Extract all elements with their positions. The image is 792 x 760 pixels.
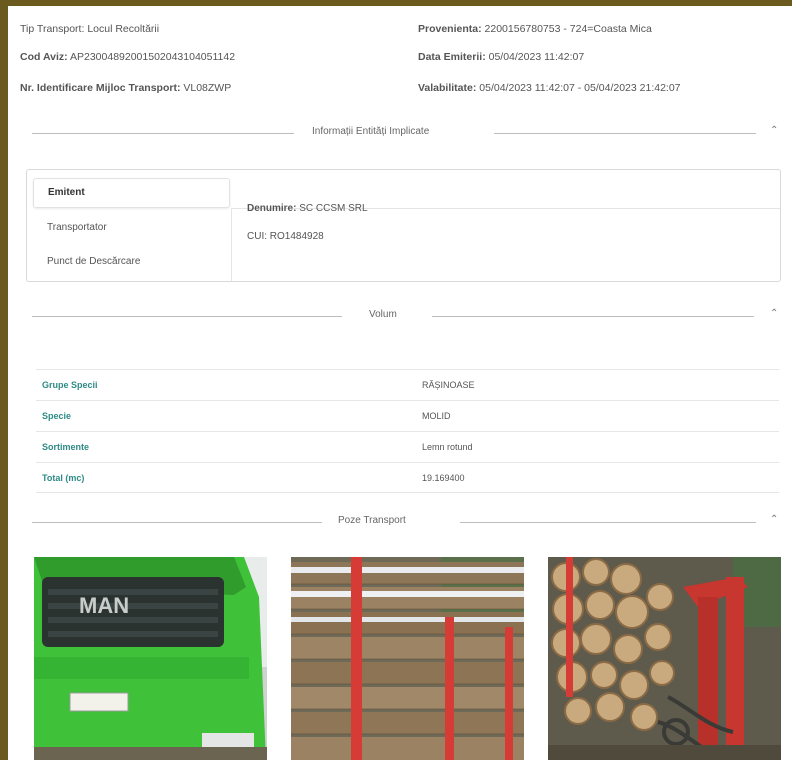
log-crane-image: [548, 557, 781, 760]
provenienta-label: Provenienta:: [418, 23, 482, 35]
divider-line: [432, 316, 754, 317]
table-row: Grupe Specii RĂȘINOASE: [36, 369, 779, 400]
tab-emitent[interactable]: Emitent: [33, 178, 230, 208]
chevron-up-icon[interactable]: ⌃: [770, 308, 778, 319]
divider-line: [494, 133, 756, 134]
data-emitere-value: 05/04/2023 11:42:07: [488, 51, 585, 63]
tip-transport-label: Tip Transport:: [20, 23, 85, 35]
poze-section-title: Poze Transport: [338, 515, 406, 526]
nr-identificare-row: Nr. Identificare Mijloc Transport: VL08Z…: [20, 82, 231, 94]
log-load-image: [291, 557, 524, 760]
chevron-up-icon[interactable]: ⌃: [770, 125, 778, 136]
divider-line: [460, 522, 756, 523]
total-mc-value: 19.169400: [422, 472, 465, 483]
valabilitate-label: Valabilitate:: [418, 82, 477, 94]
volum-section-title: Volum: [369, 309, 397, 320]
data-emitere-label: Data Emiterii:: [418, 51, 486, 63]
sortimente-value: Lemn rotund: [422, 442, 473, 452]
provenienta-row: Provenienta: 2200156780753 - 724=Coasta …: [418, 23, 652, 35]
volum-section-header[interactable]: Volum ⌃: [32, 308, 782, 323]
table-row: Sortimente Lemn rotund: [36, 431, 779, 462]
cui-label: CUI:: [247, 231, 267, 242]
tab-punct-descarcare[interactable]: Punct de Descărcare: [47, 256, 140, 267]
tab-transportator[interactable]: Transportator: [47, 222, 107, 233]
table-row: Specie MOLID: [36, 400, 779, 431]
cod-aviz-label: Cod Aviz:: [20, 51, 68, 63]
tip-transport-value: Locul Recoltării: [87, 23, 160, 35]
log-crane-photo[interactable]: [548, 557, 781, 760]
truck-front-photo[interactable]: MAN: [34, 557, 267, 760]
specie-value: MOLID: [422, 411, 451, 421]
transport-details-page: Tip Transport: Locul Recoltării Cod Aviz…: [8, 6, 792, 760]
entitati-section-header[interactable]: Informații Entități Implicate ⌃: [32, 125, 782, 140]
valabilitate-row: Valabilitate: 05/04/2023 11:42:07 - 05/0…: [418, 82, 681, 94]
nr-identificare-value: VL08ZWP: [183, 82, 232, 94]
divider-line: [32, 522, 322, 523]
provenienta-value: 2200156780753 - 724=Coasta Mica: [484, 23, 652, 35]
specie-label: Specie: [42, 411, 72, 421]
denumire-value: SC CCSM SRL: [299, 203, 368, 214]
grupe-specii-label: Grupe Specii: [42, 380, 98, 390]
denumire-row: Denumire: SC CCSM SRL: [247, 203, 368, 214]
entities-panel: Emitent Transportator Punct de Descărcar…: [26, 169, 781, 282]
poze-section-header[interactable]: Poze Transport ⌃: [32, 514, 782, 529]
truck-front-image: MAN: [34, 557, 267, 760]
grupe-specii-value: RĂȘINOASE: [422, 380, 475, 390]
divider-line: [32, 133, 294, 134]
divider-line: [32, 316, 342, 317]
tip-transport-row: Tip Transport: Locul Recoltării: [20, 23, 159, 35]
chevron-up-icon[interactable]: ⌃: [770, 514, 778, 525]
entity-detail-panel: [231, 208, 780, 281]
cui-row: CUI: RO1484928: [247, 231, 324, 242]
table-row: Total (mc) 19.169400: [36, 462, 779, 493]
log-load-photo[interactable]: [291, 557, 524, 760]
data-emitere-row: Data Emiterii: 05/04/2023 11:42:07: [418, 51, 584, 63]
svg-text:MAN: MAN: [79, 593, 129, 618]
total-mc-label: Total (mc): [42, 472, 85, 483]
sortimente-label: Sortimente: [42, 442, 90, 452]
volume-table: Grupe Specii RĂȘINOASE Specie MOLID Sort…: [36, 369, 779, 493]
cui-value: RO1484928: [269, 231, 324, 242]
nr-identificare-label: Nr. Identificare Mijloc Transport:: [20, 82, 181, 94]
cod-aviz-value: AP23004892001502043104051142: [69, 51, 236, 63]
cod-aviz-row: Cod Aviz: AP23004892001502043104051142: [20, 51, 235, 63]
entitati-section-title: Informații Entități Implicate: [312, 126, 430, 137]
valabilitate-value: 05/04/2023 11:42:07 - 05/04/2023 21:42:0…: [479, 82, 681, 94]
denumire-label: Denumire:: [247, 203, 297, 214]
